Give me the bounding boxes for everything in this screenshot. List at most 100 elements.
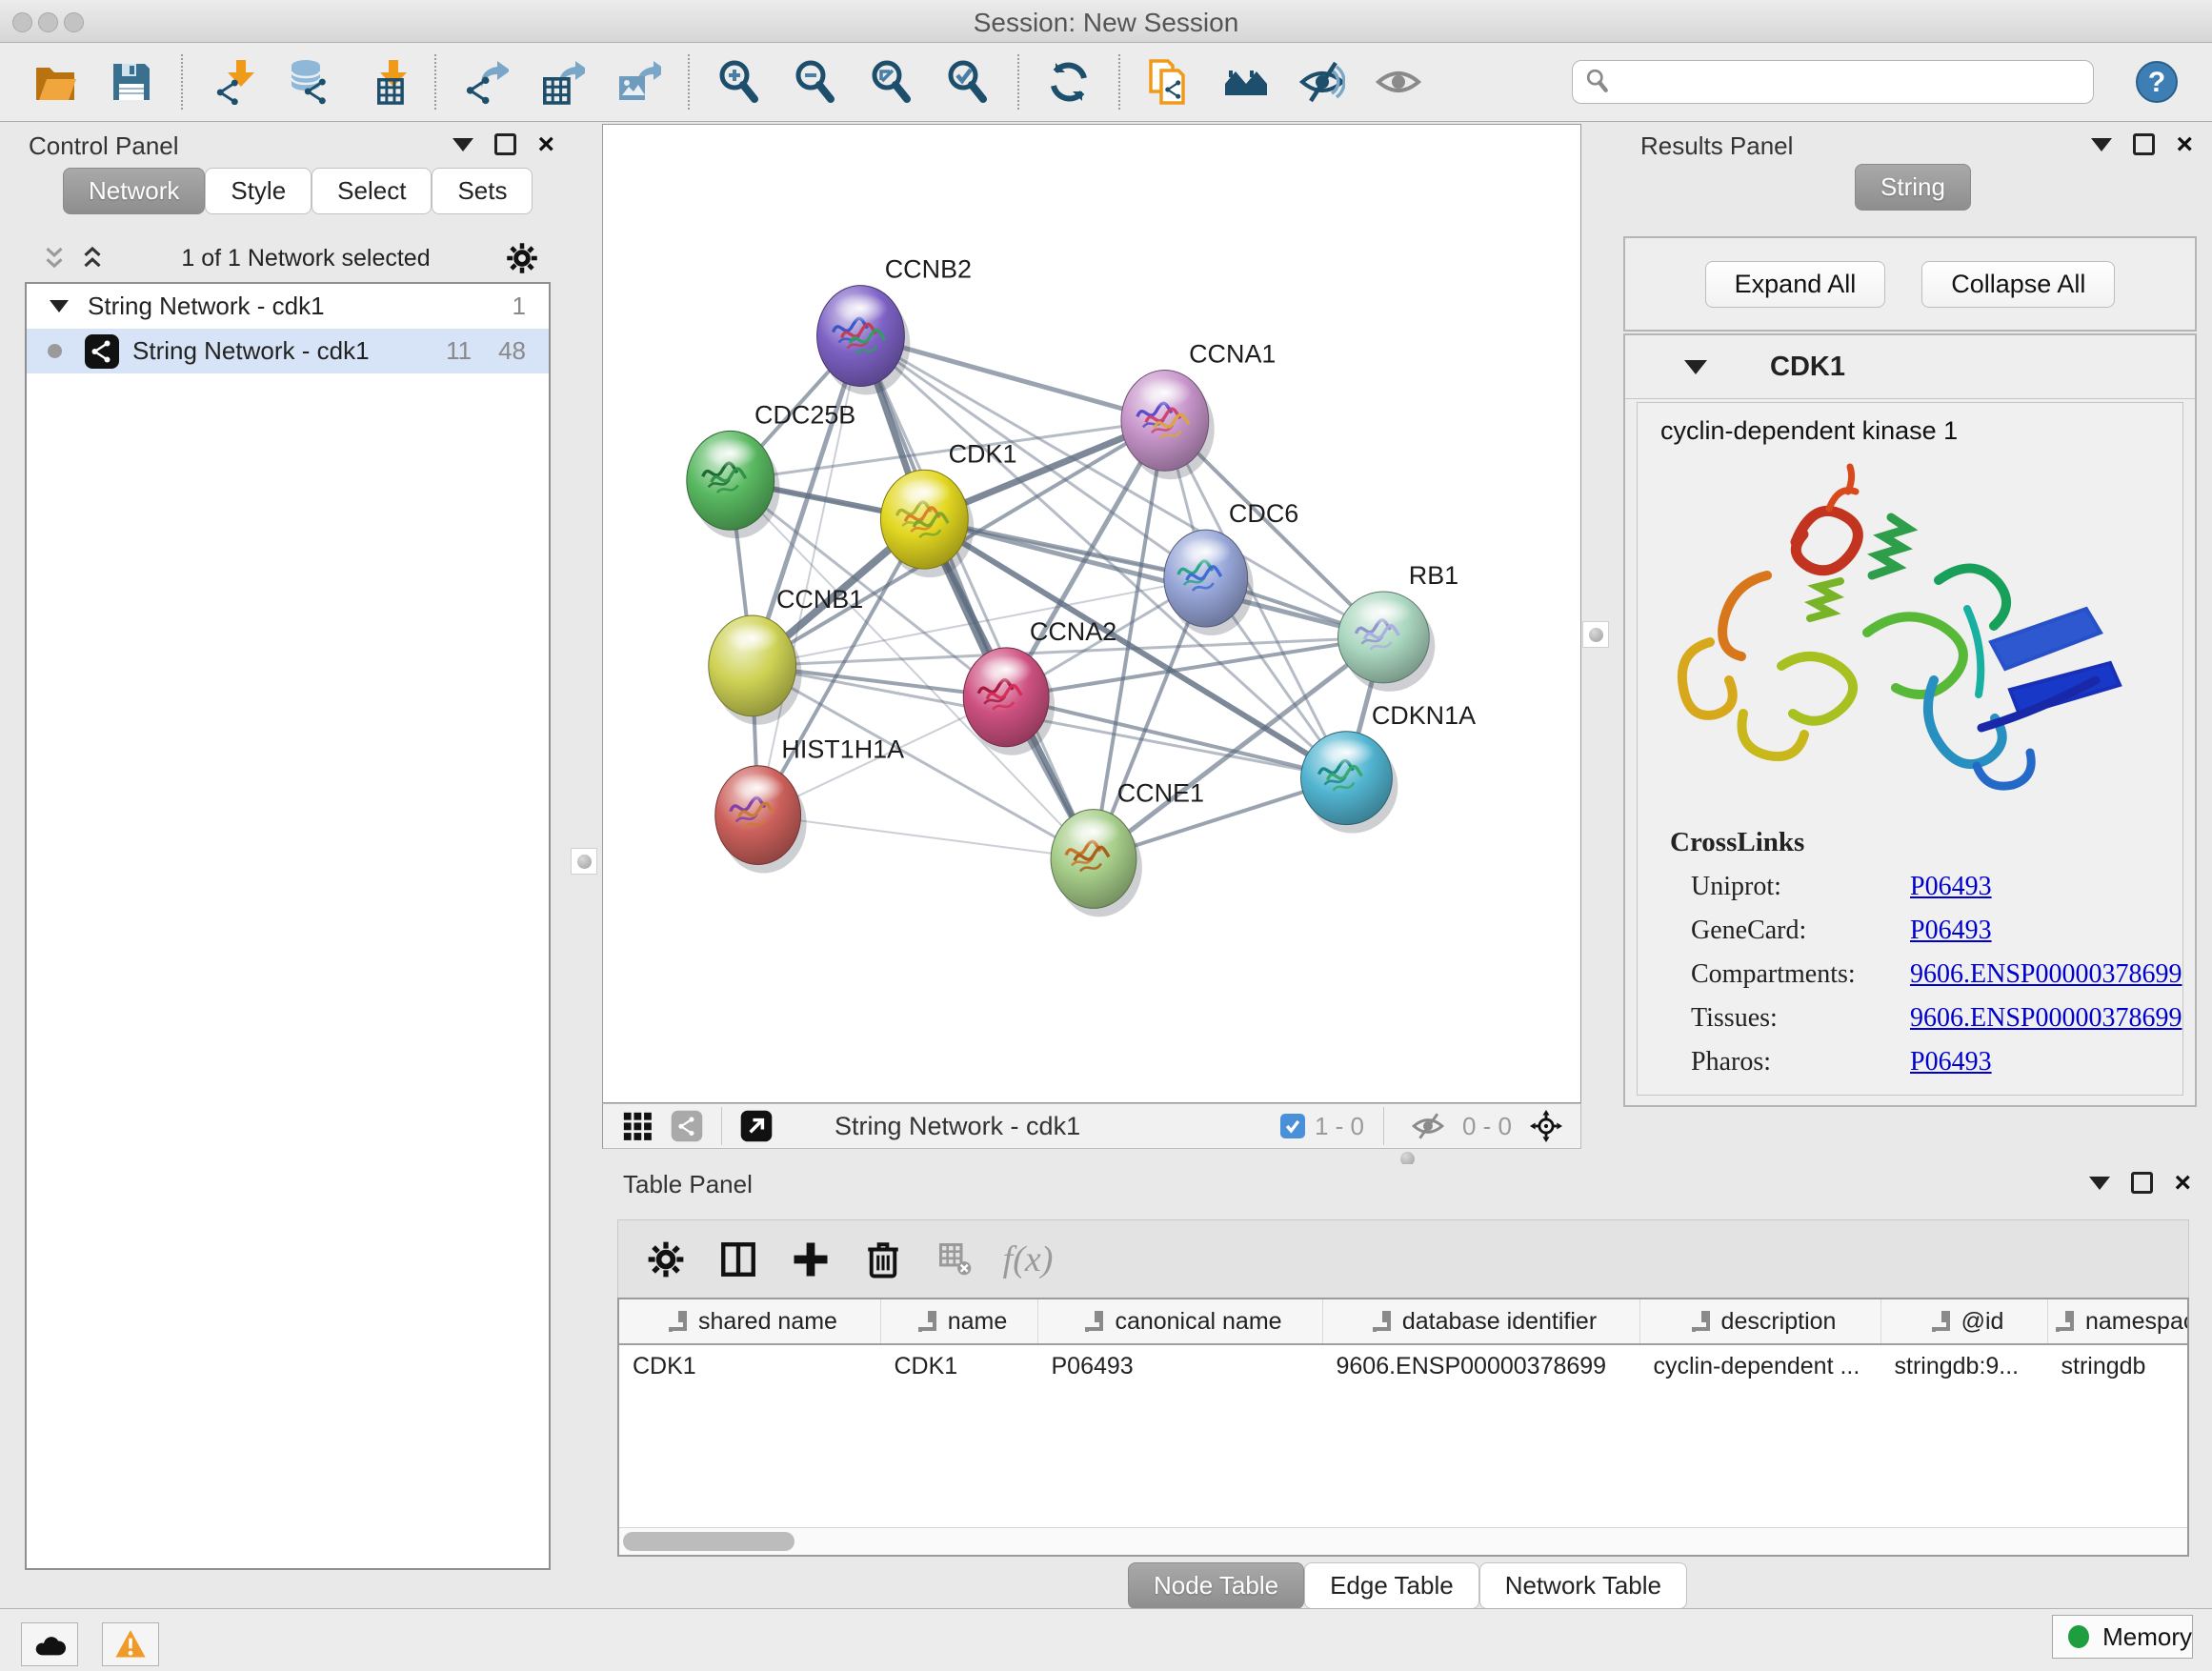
import-database-icon[interactable] [284, 57, 333, 107]
crosslink-link[interactable]: P06493 [1910, 916, 1992, 946]
scrollbar-thumb[interactable] [623, 1532, 794, 1551]
expand-all-button[interactable]: Expand All [1705, 261, 1886, 308]
node-label: CDC6 [1229, 499, 1298, 528]
tab-select[interactable]: Select [312, 168, 432, 214]
network-row-selected[interactable]: String Network - cdk1 11 48 [27, 329, 549, 373]
panel-close-icon[interactable]: × [537, 134, 554, 155]
search-input[interactable] [1572, 60, 2094, 104]
network-edge[interactable] [860, 336, 1094, 859]
panel-float-icon[interactable] [494, 133, 516, 155]
network-edge[interactable] [1006, 697, 1346, 778]
panel-close-icon[interactable]: × [2176, 134, 2193, 155]
panel-float-icon[interactable] [2133, 133, 2155, 155]
left-splitter-handle[interactable] [571, 848, 597, 875]
center-view-icon[interactable] [1527, 1107, 1565, 1145]
export-table-icon[interactable] [537, 57, 587, 107]
export-image-icon[interactable] [613, 57, 663, 107]
panel-close-icon[interactable]: × [2174, 1173, 2191, 1194]
warning-status-icon[interactable] [102, 1622, 159, 1666]
cloud-status-icon[interactable] [21, 1622, 78, 1666]
column-header-name[interactable]: name [881, 1299, 1038, 1344]
node-label: CDC25B [754, 400, 855, 429]
entry-header[interactable]: CDK1 [1625, 335, 2195, 399]
node-label: CDKN1A [1372, 701, 1476, 730]
network-canvas[interactable]: CCNB2 CCNA1 CDC25B CDK1 CDC6 R [602, 124, 1581, 1103]
network-node-CDC25B[interactable]: CDC25B [687, 400, 855, 538]
network-collection-row[interactable]: String Network - cdk1 1 [27, 284, 549, 329]
tab-node-table[interactable]: Node Table [1128, 1562, 1304, 1609]
expand-all-icon[interactable] [78, 244, 107, 272]
network-node-CDKN1A[interactable]: CDKN1A [1301, 701, 1477, 834]
crosslink-link[interactable]: P06493 [1910, 1047, 1992, 1077]
title-bar[interactable]: Session: New Session [0, 0, 2212, 43]
column-header-sharedname[interactable]: shared name [619, 1299, 881, 1344]
control-panel-tabs: NetworkStyleSelectSets [63, 168, 533, 214]
zoom-fit-icon[interactable] [867, 57, 916, 107]
network-options-gear-icon[interactable] [505, 241, 539, 275]
table-options-gear-icon[interactable] [643, 1237, 689, 1282]
node-label: CDK1 [949, 439, 1017, 468]
node-label: CCNE1 [1117, 779, 1204, 808]
refresh-layout-icon[interactable] [1044, 57, 1094, 107]
crosslink-link[interactable]: 9606.ENSP00000378699 [1910, 1003, 2182, 1034]
column-header-id[interactable]: @id [1881, 1299, 2048, 1344]
show-results-icon[interactable] [1374, 57, 1423, 107]
network-node-HIST1H1A[interactable]: HIST1H1A [715, 735, 904, 874]
network-node-CCNA1[interactable]: CCNA1 [1121, 340, 1276, 480]
tab-string[interactable]: String [1855, 164, 1971, 211]
export-network-icon[interactable] [461, 57, 511, 107]
hidden-eye-slash-icon[interactable] [1409, 1107, 1447, 1145]
crosslink-row: Tissues:9606.ENSP00000378699 [1670, 1003, 2182, 1034]
panel-menu-icon[interactable] [452, 138, 473, 151]
zoom-in-icon[interactable] [714, 57, 764, 107]
save-session-icon[interactable] [107, 57, 156, 107]
crosslink-row: GeneCard:P06493 [1670, 916, 2182, 946]
collapse-all-button[interactable]: Collapse All [1921, 261, 2115, 308]
column-header-description[interactable]: description [1640, 1299, 1881, 1344]
open-folder-icon[interactable] [30, 57, 80, 107]
network-node-CDC6[interactable]: CDC6 [1164, 499, 1298, 635]
network-node-CCNB1[interactable]: CCNB1 [709, 585, 863, 725]
column-header-databaseidentifier[interactable]: database identifier [1323, 1299, 1640, 1344]
selected-checkbox-icon[interactable] [1280, 1114, 1305, 1138]
network-graph[interactable]: CCNB2 CCNA1 CDC25B CDK1 CDC6 R [603, 125, 1580, 1102]
entry-expander-icon[interactable] [1684, 360, 1707, 374]
tab-edge-table[interactable]: Edge Table [1304, 1562, 1479, 1609]
table-horizontal-scrollbar[interactable] [619, 1527, 2187, 1555]
clone-network-icon[interactable] [1145, 57, 1195, 107]
collapse-all-icon[interactable] [40, 244, 69, 272]
panel-float-icon[interactable] [2131, 1172, 2153, 1194]
network-edge[interactable] [758, 815, 1094, 859]
zoom-selected-icon[interactable] [943, 57, 993, 107]
collection-count: 1 [513, 292, 526, 321]
add-column-icon[interactable] [788, 1237, 834, 1282]
panel-menu-icon[interactable] [2091, 138, 2112, 151]
import-table-icon[interactable] [360, 57, 410, 107]
hide-results-icon[interactable] [1297, 57, 1347, 107]
tab-sets[interactable]: Sets [432, 168, 533, 214]
column-header-canonicalname[interactable]: canonical name [1038, 1299, 1323, 1344]
table-row[interactable]: CDK1CDK1P064939606.ENSP00000378699cyclin… [619, 1344, 2189, 1387]
crosslink-link[interactable]: 9606.ENSP00000378699 [1910, 959, 2182, 990]
delete-column-icon[interactable] [860, 1237, 906, 1282]
grid-view-icon[interactable] [618, 1107, 656, 1145]
tab-style[interactable]: Style [205, 168, 312, 214]
show-columns-icon[interactable] [715, 1237, 761, 1282]
detach-view-icon[interactable] [737, 1107, 775, 1145]
tab-network[interactable]: Network [63, 168, 205, 214]
network-node-CCNB2[interactable]: CCNB2 [817, 255, 972, 395]
network-node-CCNE1[interactable]: CCNE1 [1051, 779, 1204, 917]
network-node-RB1[interactable]: RB1 [1337, 561, 1458, 692]
string-home-icon[interactable] [1221, 57, 1271, 107]
crosslinks-section: CrossLinks Uniprot:P06493GeneCard:P06493… [1670, 827, 2182, 1077]
column-header-namespace[interactable]: namespace [2048, 1299, 2190, 1344]
crosslink-link[interactable]: P06493 [1910, 872, 1992, 902]
zoom-out-icon[interactable] [791, 57, 840, 107]
memory-button[interactable]: Memory [2052, 1615, 2193, 1659]
import-network-icon[interactable] [208, 57, 257, 107]
tree-expander-icon[interactable] [50, 300, 69, 312]
help-icon[interactable] [2132, 57, 2182, 107]
right-splitter-handle[interactable] [1582, 621, 1609, 648]
panel-menu-icon[interactable] [2089, 1177, 2110, 1190]
tab-network-table[interactable]: Network Table [1479, 1562, 1687, 1609]
